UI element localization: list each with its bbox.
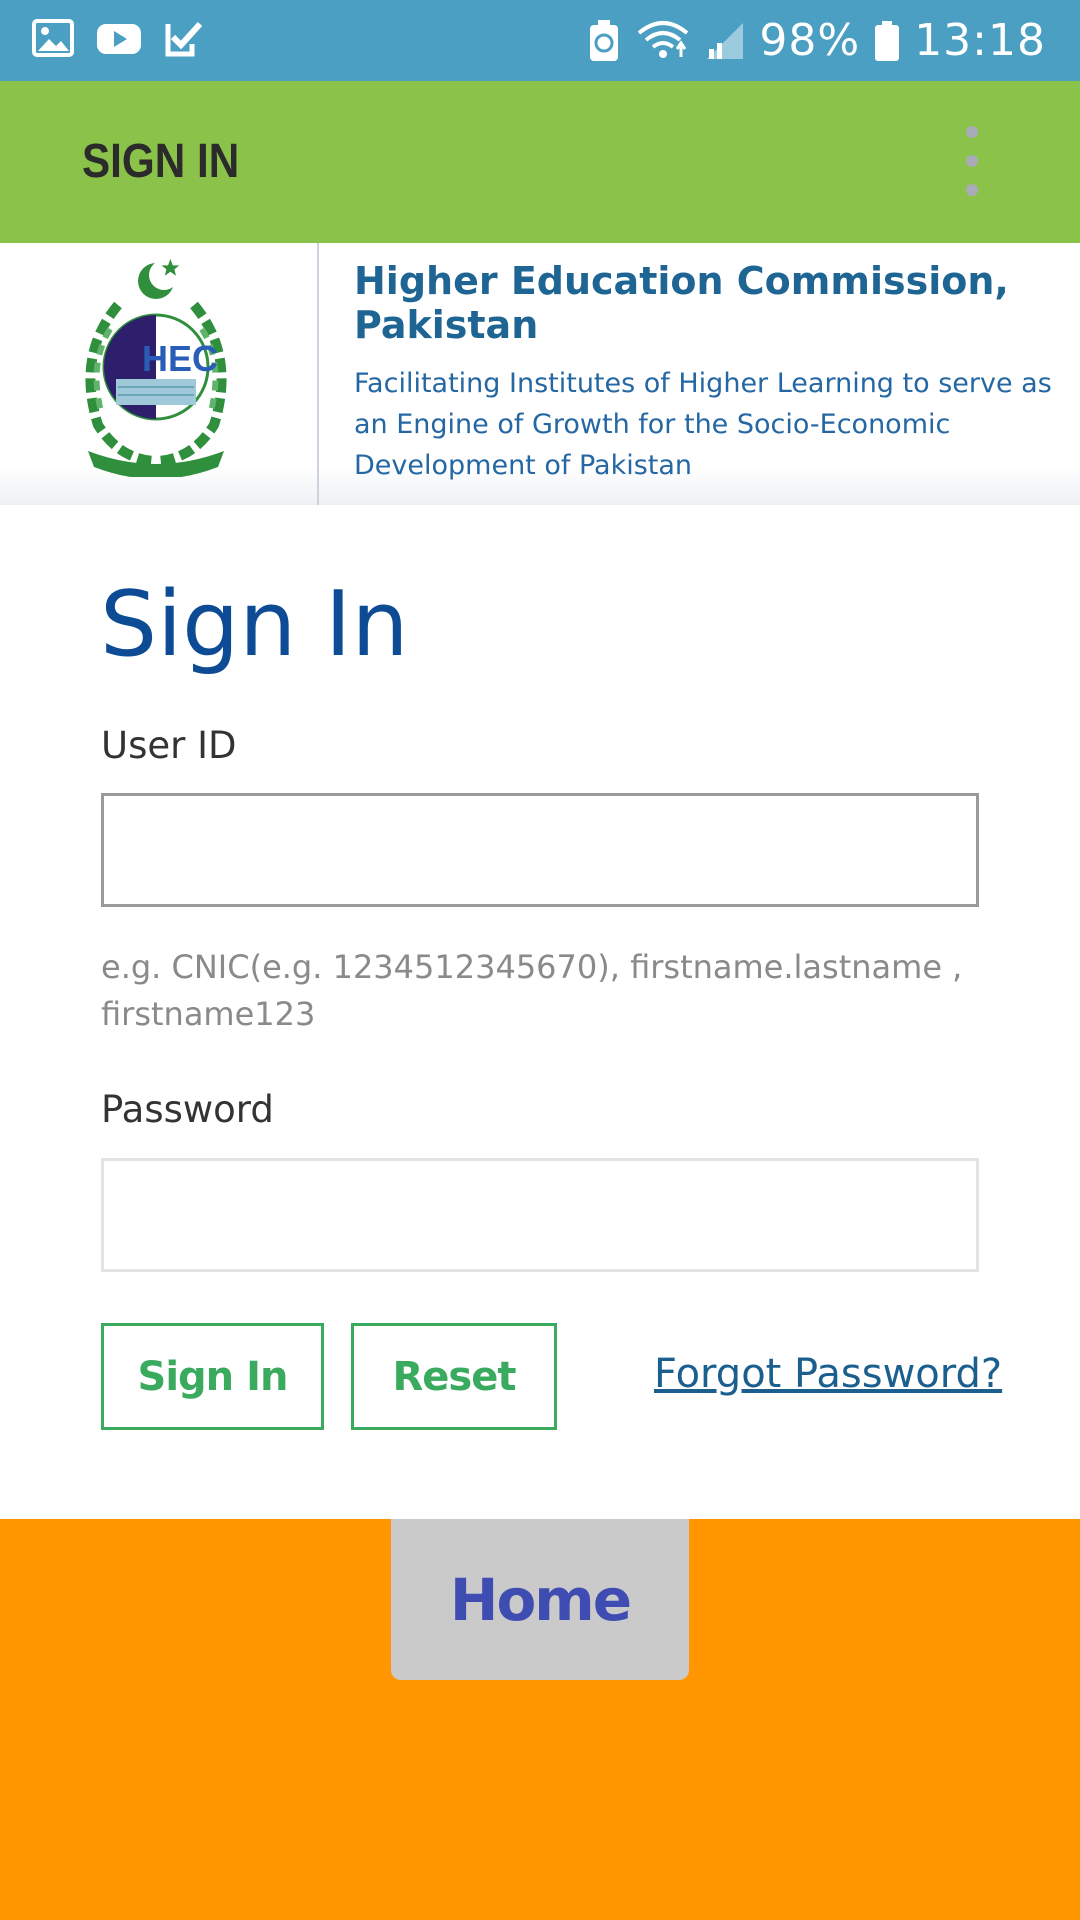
notification-icons — [32, 18, 204, 58]
home-button[interactable]: Home — [391, 1519, 689, 1680]
task-check-icon — [164, 18, 204, 58]
battery-icon — [874, 19, 900, 63]
youtube-icon — [96, 18, 142, 58]
hec-logo-text: HEC — [142, 338, 218, 379]
user-id-hint: e.g. CNIC(e.g. 1234512345670), firstname… — [101, 948, 963, 1033]
reset-button[interactable]: Reset — [351, 1323, 557, 1430]
sign-in-button[interactable]: Sign In — [101, 1323, 324, 1430]
password-label: Password — [101, 1088, 274, 1131]
clock: 13:18 — [914, 15, 1046, 66]
app-bar: SIGN IN — [0, 81, 1080, 243]
system-indicators: 98% 13:18 — [587, 0, 1046, 81]
status-bar: 98% 13:18 — [0, 0, 1080, 81]
battery-saver-icon — [587, 19, 621, 63]
password-input[interactable] — [101, 1158, 979, 1272]
hec-logo: HEC — [58, 255, 254, 479]
overflow-menu-icon[interactable] — [955, 126, 989, 196]
user-id-input[interactable] — [101, 793, 979, 907]
page-title: Sign In — [100, 572, 409, 677]
app-bar-title: SIGN IN — [82, 135, 240, 188]
battery-percent: 98% — [759, 15, 861, 66]
org-name: Higher Education Commission, Pakistan — [354, 259, 1009, 347]
hec-header: HEC Higher Education Commission, Pakista… — [0, 243, 1080, 505]
user-id-label: User ID — [101, 724, 237, 767]
header-divider — [317, 243, 319, 505]
wifi-icon — [635, 19, 691, 63]
gallery-icon — [32, 18, 74, 58]
signal-icon — [705, 21, 745, 61]
org-tagline: Facilitating Institutes of Higher Learni… — [354, 368, 1052, 481]
forgot-password-link[interactable]: Forgot Password? — [654, 1351, 1002, 1397]
